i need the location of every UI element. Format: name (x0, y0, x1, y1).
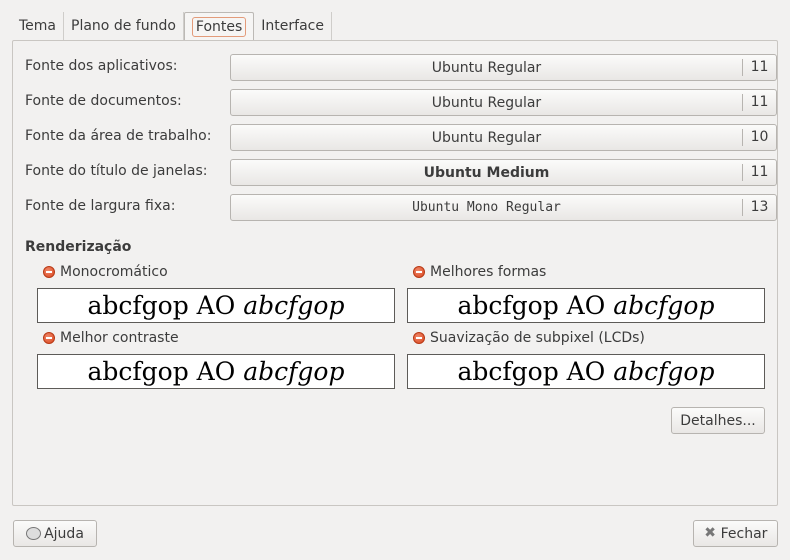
font-name: Ubuntu Regular (431, 94, 542, 111)
render-option-text: Suavização de subpixel (LCDs) (430, 330, 645, 346)
render-option-text: Melhores formas (430, 264, 547, 280)
tab-plano-de-fundo[interactable]: Plano de fundo (64, 12, 184, 40)
render-preview[interactable]: abcfgop AO abcfgop (37, 354, 395, 389)
tab-label: Interface (261, 18, 324, 34)
close-button[interactable]: ✖ Fechar (693, 520, 778, 547)
render-option-label: Melhor contraste (37, 328, 395, 348)
radio-icon[interactable] (413, 332, 425, 344)
render-preview[interactable]: abcfgop AO abcfgop (407, 354, 765, 389)
font-row-applications: Fonte dos aplicativos: Ubuntu Regular 11 (25, 54, 777, 81)
font-button-window-title[interactable]: Ubuntu Medium 11 (230, 159, 777, 186)
font-size: 11 (742, 94, 776, 111)
font-name: Ubuntu Regular (431, 59, 542, 76)
preview-sample: abcfgop AO (87, 291, 236, 320)
font-label: Fonte de documentos: (25, 93, 182, 109)
font-row-desktop: Fonte da área de trabalho: Ubuntu Regula… (25, 124, 777, 151)
render-option-text: Monocromático (60, 264, 168, 280)
preview-sample: abcfgop AO (457, 291, 606, 320)
fonts-panel: Fonte dos aplicativos: Ubuntu Regular 11… (12, 40, 778, 506)
font-size: 10 (742, 129, 776, 146)
font-label: Fonte do título de janelas: (25, 163, 208, 179)
font-name: Ubuntu Mono Regular (412, 200, 561, 215)
render-option-label: Melhores formas (407, 262, 765, 282)
render-option-best-shapes[interactable]: Melhores formas abcfgop AO abcfgop (407, 262, 765, 323)
font-button-applications[interactable]: Ubuntu Regular 11 (230, 54, 777, 81)
close-icon: ✖ (704, 525, 716, 541)
font-name: Ubuntu Regular (431, 129, 542, 146)
close-button-label: Fechar (720, 525, 768, 542)
preview-sample-italic: abcfgop (613, 357, 715, 386)
render-option-text: Melhor contraste (60, 330, 179, 346)
render-option-subpixel[interactable]: Suavização de subpixel (LCDs) abcfgop AO… (407, 328, 765, 389)
font-size: 11 (742, 59, 776, 76)
preview-sample: abcfgop AO (87, 357, 236, 386)
font-button-desktop[interactable]: Ubuntu Regular 10 (230, 124, 777, 151)
radio-icon[interactable] (413, 266, 425, 278)
font-size: 13 (742, 199, 776, 216)
tab-interface[interactable]: Interface (254, 12, 332, 40)
rendering-section-title: Renderização (25, 239, 132, 255)
render-option-label: Suavização de subpixel (LCDs) (407, 328, 765, 348)
render-option-monochrome[interactable]: Monocromático abcfgop AO abcfgop (37, 262, 395, 323)
speech-bubble-icon (26, 527, 42, 540)
preview-sample-italic: abcfgop (243, 357, 345, 386)
preview-sample-italic: abcfgop (613, 291, 715, 320)
preview-sample-italic: abcfgop (243, 291, 345, 320)
tab-label: Tema (19, 18, 57, 34)
radio-icon[interactable] (43, 332, 55, 344)
tab-label: Fontes (191, 17, 247, 37)
help-button-label: Ajuda (44, 525, 84, 542)
tab-fontes[interactable]: Fontes (183, 12, 255, 41)
font-size: 11 (742, 164, 776, 181)
font-button-fixed-width[interactable]: Ubuntu Mono Regular 13 (230, 194, 777, 221)
render-preview[interactable]: abcfgop AO abcfgop (407, 288, 765, 323)
font-button-documents[interactable]: Ubuntu Regular 11 (230, 89, 777, 116)
radio-icon[interactable] (43, 266, 55, 278)
render-option-best-contrast[interactable]: Melhor contraste abcfgop AO abcfgop (37, 328, 395, 389)
tab-tema[interactable]: Tema (12, 12, 65, 40)
font-label: Fonte dos aplicativos: (25, 58, 178, 74)
font-name: Ubuntu Medium (423, 164, 550, 181)
help-button[interactable]: Ajuda (13, 520, 97, 547)
tab-label: Plano de fundo (71, 18, 176, 34)
render-option-label: Monocromático (37, 262, 395, 282)
render-preview[interactable]: abcfgop AO abcfgop (37, 288, 395, 323)
font-label: Fonte de largura fixa: (25, 198, 176, 214)
font-row-documents: Fonte de documentos: Ubuntu Regular 11 (25, 89, 777, 116)
font-row-fixed-width: Fonte de largura fixa: Ubuntu Mono Regul… (25, 194, 777, 221)
details-button[interactable]: Detalhes... (671, 407, 765, 434)
font-label: Fonte da área de trabalho: (25, 128, 212, 144)
font-row-window-title: Fonte do título de janelas: Ubuntu Mediu… (25, 159, 777, 186)
tab-bar: Tema Plano de fundo Fontes Interface (12, 12, 332, 41)
preview-sample: abcfgop AO (457, 357, 606, 386)
